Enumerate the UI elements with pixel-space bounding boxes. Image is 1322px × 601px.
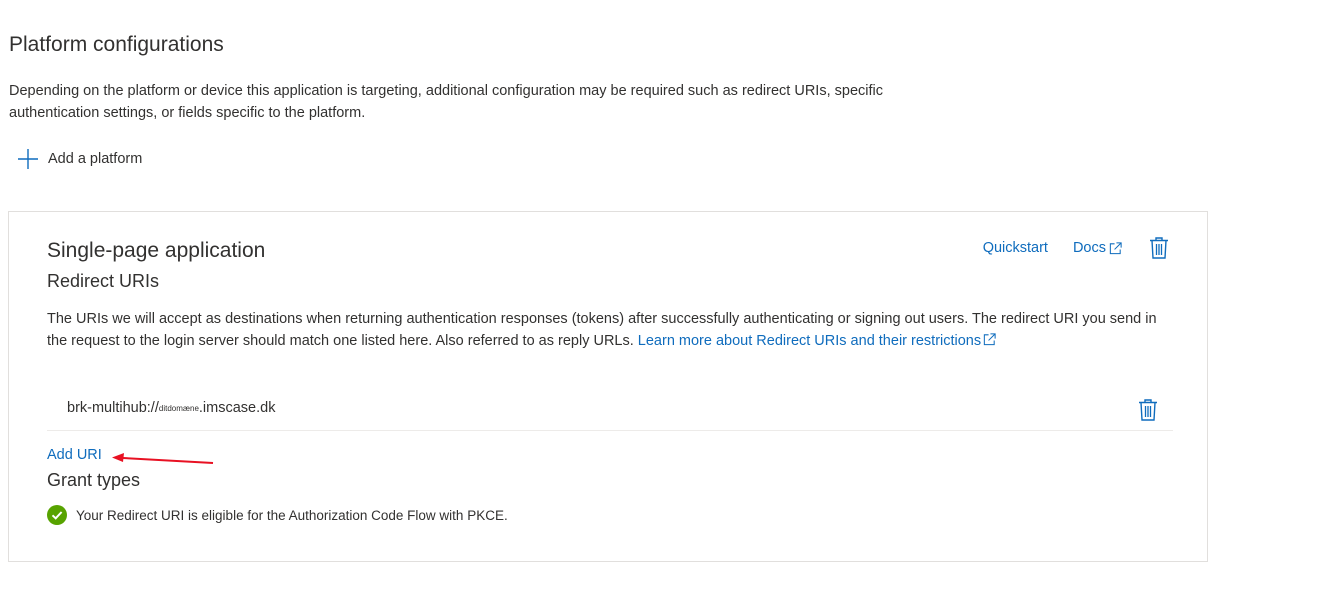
redirect-uri-value[interactable]: brk-multihub://ditdomæne.imscase.dk [67,400,275,416]
add-platform-button[interactable]: Add a platform [17,147,142,171]
grant-types-heading: Grant types [47,470,141,490]
add-platform-label: Add a platform [48,151,143,167]
docs-link[interactable]: Docs [1073,240,1123,256]
external-link-icon [1109,241,1122,254]
learn-more-redirect-uris-link[interactable]: Learn more about Redirect URIs and their… [638,333,997,349]
add-uri-link[interactable]: Add URI [47,447,102,463]
delete-platform-trash-icon[interactable] [1148,236,1170,260]
red-arrow-annotation [112,453,214,464]
platform-card-actions: Quickstart Docs [983,236,1170,260]
page-title: Platform configurations [9,33,224,56]
checkmark-circle-icon [47,505,67,525]
redirect-uri-redacted-domain: ditdomæne [158,404,199,413]
pkce-eligibility-message: Your Redirect URI is eligible for the Au… [47,505,508,525]
platform-card-spa: Single-page application Quickstart Docs … [8,211,1208,562]
delete-uri-trash-icon[interactable] [1137,398,1159,422]
pkce-eligibility-text: Your Redirect URI is eligible for the Au… [76,507,508,523]
redirect-uri-suffix: .imscase.dk [198,400,276,416]
quickstart-link[interactable]: Quickstart [983,240,1048,256]
external-link-icon [983,333,996,346]
learn-more-label: Learn more about Redirect URIs and their… [637,333,982,349]
redirect-uri-prefix: brk-multihub:// [67,400,159,416]
redirect-uri-row[interactable]: brk-multihub://ditdomæne.imscase.dk [47,395,1173,431]
docs-link-label: Docs [1072,240,1106,256]
redirect-uris-description: The URIs we will accept as destinations … [47,308,1167,352]
plus-icon [18,149,38,169]
page-description: Depending on the platform or device this… [9,83,883,121]
redirect-uris-heading: Redirect URIs [47,271,160,291]
platform-card-title: Single-page application [47,239,266,262]
